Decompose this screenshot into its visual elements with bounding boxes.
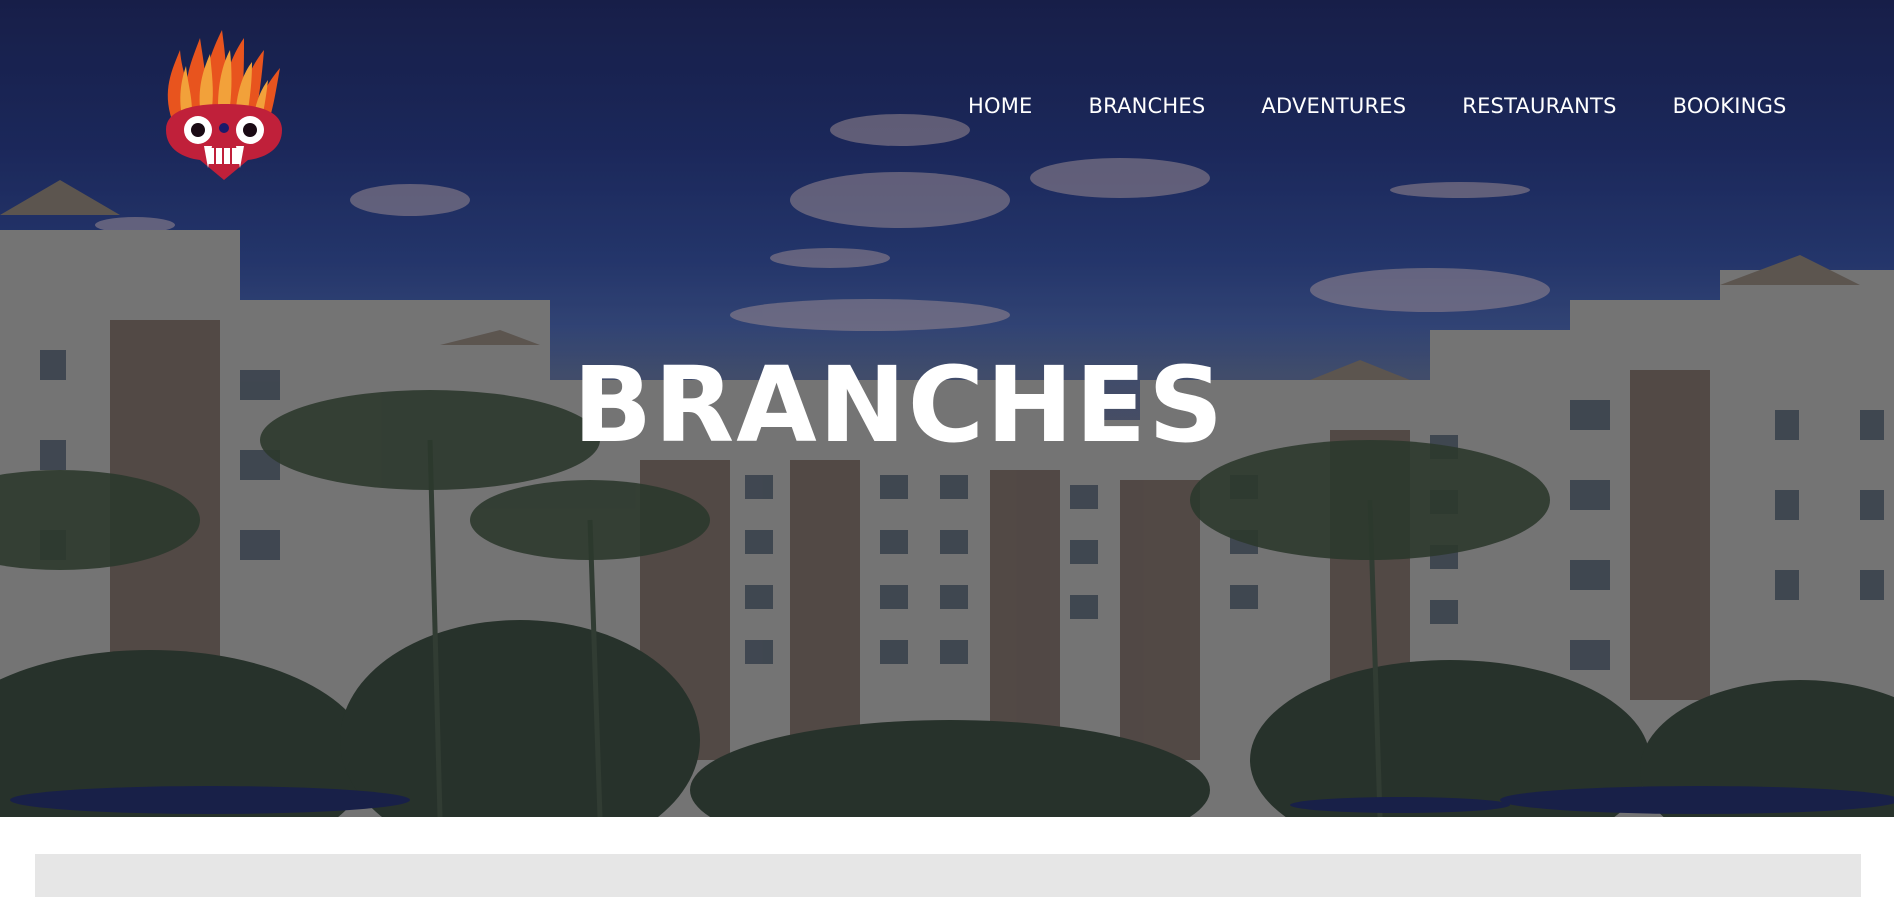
fire-demon-mask-logo[interactable] — [152, 30, 296, 180]
nav-bookings[interactable]: BOOKINGS — [1673, 94, 1787, 118]
hero-banner: HOME BRANCHES ADVENTURES RESTAURANTS BOO… — [0, 0, 1894, 817]
main-navigation: HOME BRANCHES ADVENTURES RESTAURANTS BOO… — [968, 94, 1787, 118]
page-title: BRANCHES — [0, 344, 1894, 466]
content-section — [35, 854, 1861, 897]
nav-branches[interactable]: BRANCHES — [1089, 94, 1206, 118]
nav-restaurants[interactable]: RESTAURANTS — [1462, 94, 1616, 118]
nav-adventures[interactable]: ADVENTURES — [1261, 94, 1406, 118]
nav-home[interactable]: HOME — [968, 94, 1033, 118]
page-title-text: BRANCHES — [572, 344, 1226, 466]
